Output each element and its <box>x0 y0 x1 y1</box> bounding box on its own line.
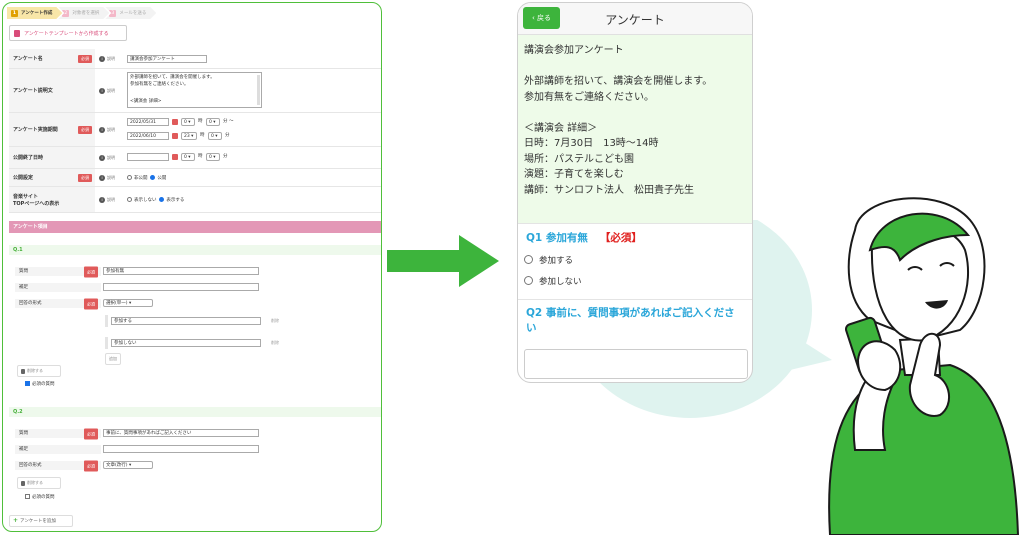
help-icon[interactable]: i <box>99 154 105 161</box>
field-top-display: 音楽サイト TOPページへの表示 i 説明 表示しない 表示する <box>9 187 381 213</box>
q2-answer-textarea[interactable] <box>524 349 748 379</box>
q2-format-select[interactable]: 文章(改行) ▾ <box>103 461 153 469</box>
field-public-end: 公開終了日時 i 説明 0 ▾ 時 0 ▾ 分 <box>9 147 381 169</box>
survey-name-input[interactable]: 講演会参加アンケート <box>127 55 207 63</box>
field-period: アンケート実施期間 必須 i 説明 2022/05/31 0 ▾ 時 0 ▾ 分 〜… <box>9 113 381 147</box>
trash-icon <box>21 480 25 486</box>
delete-option-link[interactable]: 削除 <box>271 318 279 324</box>
add-survey-button[interactable]: + アンケートを追加 <box>9 515 73 527</box>
help-icon[interactable]: i <box>99 55 105 62</box>
phone-preview: ‹ 戻る アンケート 講演会参加アンケート 外部講師を招いて、講演会を開催します… <box>517 2 753 383</box>
drag-handle[interactable] <box>105 337 108 349</box>
required-badge: 必須 <box>78 125 92 134</box>
help-icon[interactable]: i <box>99 126 105 133</box>
survey-description: 講演会参加アンケート 外部講師を招いて、講演会を開催します。 参加有無をご連絡く… <box>518 35 752 224</box>
step-progress: 1 アンケート作成 2 対象者を選択 3 メールを送る <box>7 7 152 19</box>
radio-hide[interactable] <box>127 197 132 202</box>
required-badge: 必須 <box>84 460 98 471</box>
required-badge: 必須 <box>78 173 92 182</box>
step-3[interactable]: 3 メールを送る <box>105 7 156 19</box>
q1-option-attend[interactable]: 参加する <box>518 249 752 270</box>
q2-note-input[interactable] <box>103 445 259 453</box>
textarea-scrollbar[interactable] <box>257 75 260 105</box>
field-survey-name: アンケート名 必須 i 説明 講演会参加アンケート <box>9 49 381 69</box>
description-textarea[interactable]: 外部講師を招いて、講演会を開催します。 参加有無をご連絡ください。 <講演会 詳… <box>127 72 262 108</box>
template-create-button[interactable]: アンケートテンプレートから作成する <box>9 25 127 41</box>
q1-format-select[interactable]: 選択(単一) ▾ <box>103 299 153 307</box>
required-badge: 必須 <box>78 54 92 63</box>
phone-header: ‹ 戻る アンケート <box>518 3 752 35</box>
public-end-min-select[interactable]: 0 ▾ <box>206 153 220 161</box>
q1-option-1-input[interactable]: 参加する <box>111 317 261 325</box>
section-survey-items: アンケート項目 <box>9 221 381 233</box>
field-survey-description: アンケート説明文 i 説明 外部講師を招いて、講演会を開催します。 参加有無をご連… <box>9 69 381 113</box>
q2-delete-button[interactable]: 削除する <box>17 477 61 489</box>
start-hour-select[interactable]: 0 ▾ <box>181 118 195 126</box>
question-2-title: Q2 事前に、質問事項があればご記入くださ い <box>526 307 735 334</box>
public-end-hour-select[interactable]: 0 ▾ <box>181 153 195 161</box>
question-1-title: Q1 参加有無 【必須】 <box>526 232 642 244</box>
right-arrow-icon <box>387 235 499 287</box>
document-icon <box>14 29 20 37</box>
start-min-select[interactable]: 0 ▾ <box>206 118 220 126</box>
radio-show[interactable] <box>159 197 165 202</box>
question-2-head: Q.2 <box>9 407 381 417</box>
required-badge: 必須 <box>84 298 98 309</box>
q1-required-checkbox[interactable] <box>25 381 30 386</box>
plus-icon: + <box>13 517 19 524</box>
q2-required-checkbox[interactable] <box>25 494 30 499</box>
radio-icon <box>524 255 533 264</box>
end-hour-select[interactable]: 23 ▾ <box>181 132 197 140</box>
q1-question-input[interactable]: 参加有無 <box>103 267 259 275</box>
admin-survey-form: 1 アンケート作成 2 対象者を選択 3 メールを送る アンケートテンプレートから作成… <box>2 2 382 532</box>
help-icon[interactable]: i <box>99 87 105 94</box>
radio-public[interactable] <box>150 175 156 180</box>
required-badge: 必須 <box>84 428 98 439</box>
end-date-input[interactable]: 2022/06/10 <box>127 132 169 140</box>
help-icon[interactable]: i <box>99 196 105 203</box>
start-date-input[interactable]: 2022/05/31 <box>127 118 169 126</box>
field-public-setting: 公開設定 必須 i 説明 非公開 公開 <box>9 169 381 187</box>
woman-illustration <box>828 197 1020 535</box>
calendar-icon[interactable] <box>172 133 178 139</box>
help-icon[interactable]: i <box>99 174 105 181</box>
q1-option-decline[interactable]: 参加しない <box>518 270 752 291</box>
calendar-icon[interactable] <box>172 119 178 125</box>
required-badge: 必須 <box>84 266 98 277</box>
phone-title: アンケート <box>605 13 665 27</box>
q1-delete-button[interactable]: 削除する <box>17 365 61 377</box>
question-1-head: Q.1 <box>9 245 381 255</box>
step-2[interactable]: 2 対象者を選択 <box>58 7 109 19</box>
q1-option-2-input[interactable]: 参加しない <box>111 339 261 347</box>
end-min-select[interactable]: 0 ▾ <box>208 132 222 140</box>
calendar-icon[interactable] <box>172 154 178 160</box>
q2-question-input[interactable]: 事前に、質問事項があればご記入ください <box>103 429 259 437</box>
step-1[interactable]: 1 アンケート作成 <box>7 7 62 19</box>
trash-icon <box>21 368 25 374</box>
delete-option-link[interactable]: 削除 <box>271 340 279 346</box>
radio-private[interactable] <box>127 175 132 180</box>
public-end-date-input[interactable] <box>127 153 169 161</box>
radio-icon <box>524 276 533 285</box>
drag-handle[interactable] <box>105 315 108 327</box>
q1-note-input[interactable] <box>103 283 259 291</box>
add-option-button[interactable]: 追加 <box>105 353 121 365</box>
